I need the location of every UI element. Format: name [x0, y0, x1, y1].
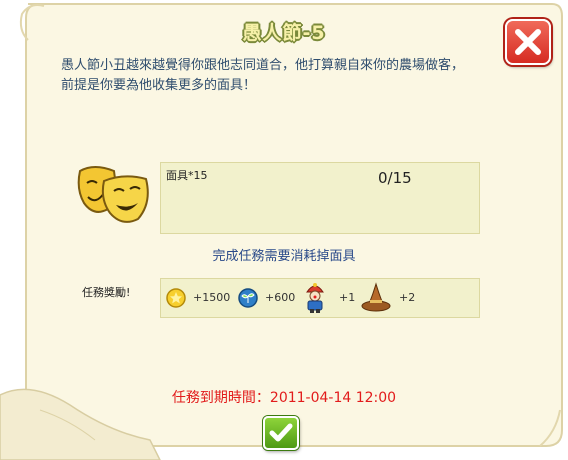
quest-deadline: 任務到期時間：2011-04-14 12:00 [171, 390, 397, 406]
quest-description: 愚人節小丑越來越覺得你跟他志同道合，他打算親自來你的農場做客， 前提是你要為他收… [61, 56, 501, 96]
checkmark-icon [269, 423, 293, 442]
dialog-title: 愚人節-5 [242, 22, 326, 44]
hat-icon [361, 282, 391, 312]
close-button[interactable] [505, 19, 551, 65]
reward-value-clown: +1 [339, 291, 356, 304]
experience-icon [238, 288, 258, 308]
theater-masks-icon [77, 166, 149, 223]
requirement-box: 面具*15 0/15 [160, 162, 480, 234]
consume-note: 完成任務需要消耗掉面具 [212, 249, 356, 264]
requirement-progress: 0/15 [378, 169, 412, 187]
gold-coin-icon [166, 288, 186, 308]
description-line-2: 前提是你要為他收集更多的面具！ [61, 78, 257, 93]
reward-value-hat: +2 [399, 291, 416, 304]
reward-label: 任務獎勵! [82, 286, 131, 299]
clown-icon [306, 283, 324, 313]
confirm-button[interactable] [263, 416, 299, 450]
description-line-1: 愚人節小丑越來越覺得你跟他志同道合，他打算親自來你的農場做客， [61, 58, 465, 73]
reward-value-gold: +1500 [193, 291, 231, 304]
reward-value-experience: +600 [265, 291, 296, 304]
requirement-item-label: 面具*15 [166, 169, 208, 182]
reward-box: +1500 +600 +1 +2 [160, 278, 480, 318]
quest-dialog: 愚人節-5 愚人節小丑越來越覺得你跟他志同道合，他打算親自來你的農場做客， 前提… [0, 0, 568, 460]
close-x-icon [515, 29, 541, 55]
